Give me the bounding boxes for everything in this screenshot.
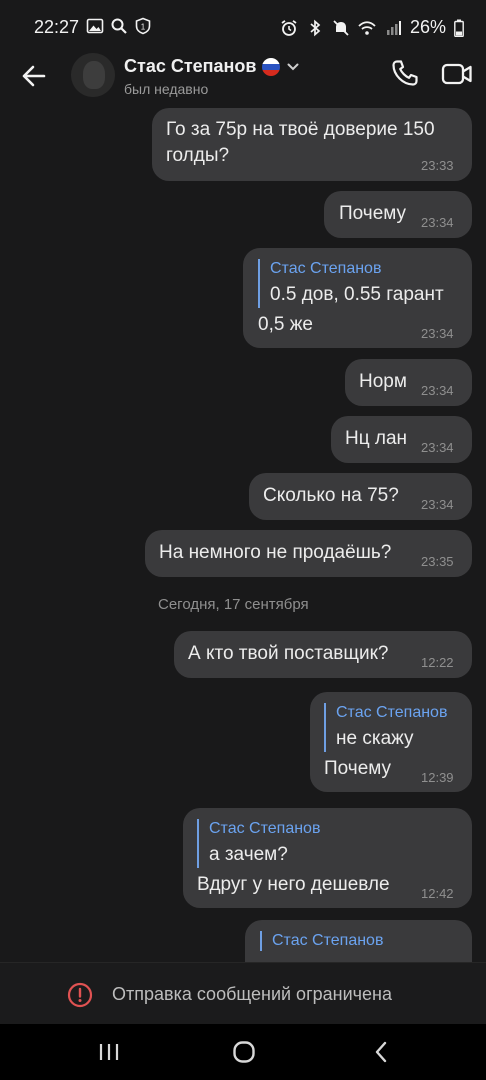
chevron-down-icon[interactable] [286, 60, 300, 74]
nav-back-icon[interactable] [372, 1040, 390, 1064]
quote-author: Стас Степанов [272, 932, 384, 949]
battery-icon [454, 19, 464, 37]
video-call-icon[interactable] [441, 60, 473, 88]
search-icon [111, 18, 127, 34]
message-bubble[interactable]: Го за 75р на твоё доверие 150 голды? 23:… [152, 108, 472, 181]
back-arrow-icon[interactable] [18, 60, 50, 92]
message-time: 23:34 [421, 497, 454, 512]
message-text: голды? [166, 145, 230, 166]
message-text: Го за 75р на твоё доверие 150 [166, 119, 435, 140]
contact-status: был недавно [124, 81, 209, 97]
message-text: Вдруг у него дешевле [197, 874, 390, 895]
message-text: На немного не продаёшь? [159, 542, 392, 563]
chat-header: Стас Степанов был недавно [0, 50, 486, 106]
quote-text: не скажу [336, 728, 414, 749]
phone-call-icon[interactable] [390, 58, 420, 88]
message-bubble[interactable]: Стас Степанов а зачем? Вдруг у него деше… [183, 808, 472, 908]
status-time: 22:27 [34, 17, 80, 37]
svg-text:1: 1 [141, 23, 146, 32]
date-separator: Сегодня, 17 сентября [158, 596, 309, 613]
avatar[interactable] [71, 53, 115, 97]
home-icon[interactable] [232, 1040, 256, 1064]
message-time: 23:34 [421, 440, 454, 455]
recent-apps-icon[interactable] [97, 1042, 121, 1062]
quote-author: Стас Степанов [209, 820, 321, 837]
message-time: 12:22 [421, 655, 454, 670]
message-time: 12:39 [421, 770, 454, 785]
message-bubble[interactable]: Почему 23:34 [324, 191, 472, 238]
wifi-icon [358, 20, 376, 35]
battery-level: 26% [409, 17, 446, 37]
quoted-message[interactable]: Стас Степанов 0.5 дов, 0.55 гарант [258, 259, 444, 308]
message-bubble[interactable]: Норм 23:34 [345, 359, 472, 406]
quoted-message[interactable]: Стас Степанов не скажу [324, 703, 447, 752]
quoted-message[interactable]: Стас Степанов [260, 931, 383, 951]
quoted-message[interactable]: Стас Степанов а зачем? [197, 819, 320, 868]
message-text: Нц лан [345, 428, 408, 449]
message-text: Почему [339, 203, 407, 224]
message-text: А кто твой поставщик? [188, 643, 389, 664]
message-time: 23:34 [421, 383, 454, 398]
message-bubble[interactable]: Нц лан 23:34 [331, 416, 472, 463]
message-text: Норм [359, 371, 407, 392]
warning-icon [67, 982, 93, 1008]
message-bubble[interactable]: Сколько на 75? 23:34 [249, 473, 472, 520]
shield-number-icon: 1 [135, 17, 151, 35]
gallery-icon [86, 18, 104, 34]
restriction-text: Отправка сообщений ограничена [112, 984, 392, 1004]
restriction-bar: Отправка сообщений ограничена [0, 962, 486, 1025]
contact-name-row[interactable]: Стас Степанов [124, 56, 300, 77]
system-navigation-bar [0, 1024, 486, 1080]
status-notification-icons: 1 [86, 17, 152, 35]
message-bubble[interactable]: Стас Степанов не скажу Почему 12:39 [310, 692, 472, 792]
message-bubble[interactable]: Стас Степанов 0.5 дов, 0.55 гарант 0,5 ж… [243, 248, 472, 348]
message-text: Сколько на 75? [263, 485, 399, 506]
quote-author: Стас Степанов [336, 704, 448, 721]
message-time: 23:34 [421, 215, 454, 230]
status-bar: 22:27 1 26% [0, 0, 486, 50]
signal-icon [386, 20, 401, 35]
message-time: 12:42 [421, 886, 454, 901]
bluetooth-icon [310, 19, 321, 36]
message-time: 23:34 [421, 326, 454, 341]
message-text: Почему [324, 758, 392, 779]
quote-text: 0.5 дов, 0.55 гарант [270, 284, 444, 305]
message-bubble[interactable]: А кто твой поставщик? 12:22 [174, 631, 472, 678]
message-bubble[interactable]: На немного не продаёшь? 23:35 [145, 530, 472, 577]
contact-name: Стас Степанов [124, 56, 257, 76]
status-system-icons: 26% [280, 17, 464, 38]
message-text: 0,5 же [258, 314, 313, 335]
mute-icon [333, 19, 349, 36]
message-time: 23:33 [421, 158, 454, 173]
russia-flag-icon [262, 57, 281, 76]
quote-author: Стас Степанов [270, 260, 382, 277]
quote-text: а зачем? [209, 844, 288, 865]
alarm-icon [281, 19, 297, 36]
message-time: 23:35 [421, 554, 454, 569]
